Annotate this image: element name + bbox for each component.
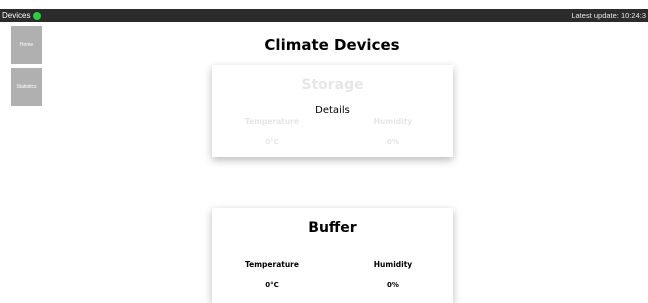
top-bar: Devices Latest update: 10:24:3 <box>0 9 648 22</box>
app-title: Devices <box>2 11 31 20</box>
temperature-label: Temperature <box>245 117 299 126</box>
details-button[interactable]: Details <box>212 105 453 116</box>
device-card-storage[interactable]: Storage Details Temperature Humidity 0°C… <box>212 65 453 157</box>
sidebar-item-statistics[interactable]: Statistics <box>11 68 42 106</box>
humidity-label: Humidity <box>373 260 413 269</box>
device-name: Buffer <box>308 220 357 236</box>
temperature-value: 0°C <box>265 138 279 146</box>
brand: Devices <box>2 9 42 22</box>
humidity-label: Humidity <box>373 117 413 126</box>
temperature-value: 0°C <box>265 281 279 289</box>
last-update-text: Latest update: 10:24:3 <box>571 11 646 20</box>
device-card-buffer[interactable]: Buffer Temperature Humidity 0°C 0% <box>212 208 453 303</box>
humidity-value: 0% <box>387 138 399 146</box>
page-title: Climate Devices <box>264 36 400 54</box>
humidity-value: 0% <box>387 281 399 289</box>
sidebar-item-label: Statistics <box>16 84 37 90</box>
connection-status-icon <box>33 11 42 20</box>
temperature-label: Temperature <box>245 260 299 269</box>
device-name: Storage <box>301 77 364 93</box>
